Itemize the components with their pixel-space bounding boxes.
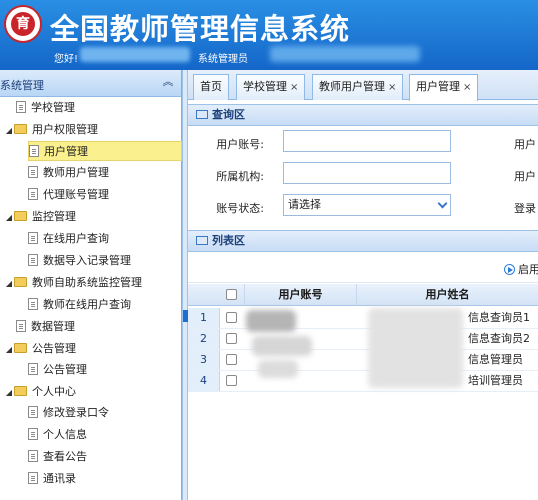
close-icon[interactable]: × xyxy=(463,82,471,93)
sidebar-item-announcements[interactable]: 公告管理 xyxy=(28,360,87,380)
user-role: 系统管理员 xyxy=(198,54,248,65)
redacted-account xyxy=(246,310,296,332)
user-name-label: 用户 xyxy=(514,138,536,151)
close-icon[interactable]: × xyxy=(388,82,396,93)
folder-icon xyxy=(14,386,27,396)
folder-icon xyxy=(14,211,27,221)
login-label: 登录 xyxy=(514,202,536,215)
user-name-cell: 信息管理员 xyxy=(468,353,523,366)
document-icon xyxy=(28,363,38,375)
row-checkbox[interactable] xyxy=(226,333,237,344)
row-checkbox[interactable] xyxy=(226,375,237,386)
list-panel-header: 列表区 xyxy=(188,230,538,252)
sidebar-item-teacher-online[interactable]: 教师在线用户查询 xyxy=(28,295,131,315)
document-icon xyxy=(29,145,39,157)
redacted-username xyxy=(80,47,190,62)
logo-icon: 育 xyxy=(4,5,42,43)
status-label: 账号状态: xyxy=(216,202,264,215)
enable-button[interactable]: 启用 xyxy=(504,261,538,277)
collapse-icon[interactable]: ︽ xyxy=(161,75,175,89)
table-row[interactable]: 4 培训管理员 xyxy=(188,371,538,392)
sidebar-folder-self-service[interactable]: ◢ 教师自助系统监控管理 xyxy=(4,273,142,293)
tab-home[interactable]: 首页 xyxy=(193,74,229,100)
sidebar-item-view-announcements[interactable]: 查看公告 xyxy=(28,447,87,467)
sidebar-item-data[interactable]: 数据管理 xyxy=(16,317,75,337)
org-input[interactable] xyxy=(283,162,451,184)
user-name-cell: 培训管理员 xyxy=(468,374,523,387)
folder-icon xyxy=(14,277,27,287)
user-name-cell: 信息查询员2 xyxy=(468,332,530,345)
sidebar-item-profile[interactable]: 个人信息 xyxy=(28,425,87,445)
tab-school[interactable]: 学校管理 × xyxy=(236,74,306,100)
document-icon xyxy=(28,472,38,484)
table-header: 用户账号 用户姓名 xyxy=(188,284,538,306)
status-select[interactable]: 请选择 xyxy=(283,194,451,216)
org-label: 所属机构: xyxy=(216,170,264,183)
expand-arrow-icon[interactable]: ◢ xyxy=(4,340,14,360)
user-name-cell: 信息查询员1 xyxy=(468,311,530,324)
sidebar-item-school[interactable]: 学校管理 xyxy=(16,98,75,118)
select-all-checkbox[interactable] xyxy=(226,289,237,300)
document-icon xyxy=(28,166,38,178)
query-panel-header: 查询区 xyxy=(188,104,538,126)
document-icon xyxy=(28,232,38,244)
expand-arrow-icon[interactable]: ◢ xyxy=(4,274,14,294)
table-icon xyxy=(196,110,208,119)
document-icon xyxy=(16,101,26,113)
sidebar: 系统管理 ︽ 学校管理 ◢ 用户权限管理 用户管理 教师用户管理 代理账号管理 ◢… xyxy=(0,70,182,500)
folder-icon xyxy=(14,124,27,134)
sidebar-item-user-management[interactable]: 用户管理 xyxy=(28,141,182,161)
redacted-name xyxy=(368,308,463,388)
expand-arrow-icon[interactable]: ◢ xyxy=(4,208,14,228)
user-account-input[interactable] xyxy=(283,130,451,152)
column-user-name[interactable]: 用户姓名 xyxy=(356,284,538,306)
sidebar-title: 系统管理 xyxy=(0,79,44,92)
redacted-info xyxy=(270,46,420,62)
sidebar-item-import-records[interactable]: 数据导入记录管理 xyxy=(28,251,131,271)
app-title: 全国教师管理信息系统 xyxy=(50,12,351,46)
folder-icon xyxy=(14,343,27,353)
main-content: 首页 学校管理 × 教师用户管理 × 用户管理 × 查询区 用户账号: 用户 所属机构… xyxy=(188,70,538,500)
document-icon xyxy=(28,188,38,200)
sidebar-folder-personal[interactable]: ◢ 个人中心 xyxy=(4,382,76,402)
document-icon xyxy=(28,406,38,418)
row-checkbox[interactable] xyxy=(226,312,237,323)
row-checkbox[interactable] xyxy=(226,354,237,365)
document-icon xyxy=(28,298,38,310)
sidebar-item-change-password[interactable]: 修改登录口令 xyxy=(28,403,109,423)
greeting: 您好! xyxy=(54,54,79,65)
document-icon xyxy=(28,428,38,440)
sidebar-folder-announcements[interactable]: ◢ 公告管理 xyxy=(4,339,76,359)
table-row[interactable]: 3 信息管理员 xyxy=(188,350,538,371)
redacted-account xyxy=(258,360,298,378)
document-icon xyxy=(16,320,26,332)
table-icon xyxy=(196,236,208,245)
sidebar-item-contacts[interactable]: 通讯录 xyxy=(28,469,76,489)
document-icon xyxy=(28,450,38,462)
table-row[interactable]: 2 信息查询员2 xyxy=(188,329,538,350)
app-header: 育 全国教师管理信息系统 您好! 系统管理员 xyxy=(0,0,538,70)
expand-arrow-icon[interactable]: ◢ xyxy=(4,121,14,141)
column-user-account[interactable]: 用户账号 xyxy=(244,284,356,306)
sidebar-item-teacher-users[interactable]: 教师用户管理 xyxy=(28,163,109,183)
tab-user-management[interactable]: 用户管理 × xyxy=(409,74,479,101)
play-icon xyxy=(504,264,515,275)
sidebar-item-proxy-accounts[interactable]: 代理账号管理 xyxy=(28,185,109,205)
sidebar-folder-monitor[interactable]: ◢ 监控管理 xyxy=(4,207,76,227)
sidebar-item-online-users[interactable]: 在线用户查询 xyxy=(28,229,109,249)
close-icon[interactable]: × xyxy=(290,82,298,93)
sidebar-folder-permissions[interactable]: ◢ 用户权限管理 xyxy=(4,120,98,140)
tab-teacher-users[interactable]: 教师用户管理 × xyxy=(312,74,404,100)
expand-arrow-icon[interactable]: ◢ xyxy=(4,383,14,403)
list-toolbar: 启用 xyxy=(188,255,538,283)
chevron-down-icon xyxy=(437,198,448,209)
sidebar-header: 系统管理 ︽ xyxy=(0,70,181,97)
redacted-account xyxy=(252,336,312,356)
table-row[interactable]: 1 信息查询员1 xyxy=(188,308,538,329)
tab-bar: 首页 学校管理 × 教师用户管理 × 用户管理 × xyxy=(188,70,538,101)
user-type-label: 用户 xyxy=(514,170,536,183)
document-icon xyxy=(28,254,38,266)
user-account-label: 用户账号: xyxy=(216,138,264,151)
